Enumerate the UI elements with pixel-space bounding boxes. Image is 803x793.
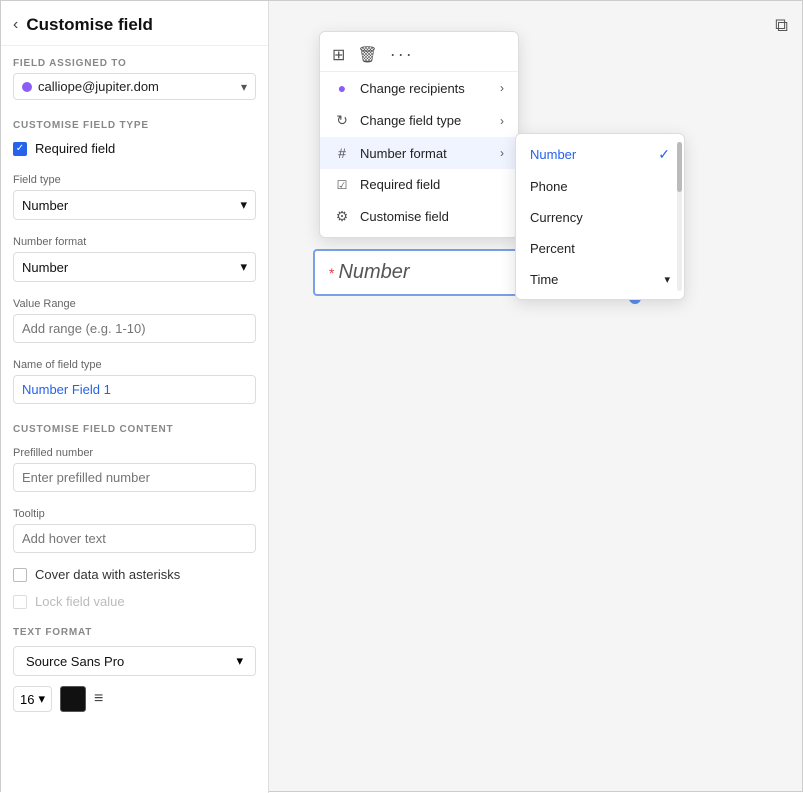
recipients-icon: ●	[334, 80, 350, 96]
purple-dot-icon	[22, 82, 32, 92]
left-panel: ‹ Customise field FIELD ASSIGNED TO call…	[1, 1, 269, 793]
change-field-type-label: Change field type	[360, 113, 461, 128]
submenu-time-chevron-icon: ▾	[664, 273, 670, 286]
tooltip-label: Tooltip	[13, 508, 256, 520]
number-format-value: Number	[22, 260, 68, 275]
submenu-currency-label: Currency	[530, 210, 583, 225]
context-menu-top-icons: ⊞ 🗑 ···	[320, 36, 518, 72]
lock-field-label: Lock field value	[35, 594, 125, 609]
submenu-phone-label: Phone	[530, 179, 568, 194]
required-field-item[interactable]: ☑ Required field	[320, 169, 518, 200]
number-format-arrow-icon: ›	[500, 146, 504, 160]
change-recipients-label: Change recipients	[360, 81, 465, 96]
required-field-checkbox[interactable]	[13, 142, 27, 156]
number-format-item[interactable]: # Number format › Number ✓ Phone Currenc…	[320, 137, 518, 169]
text-align-icon[interactable]: ≡	[94, 690, 103, 708]
text-format-section-label: TEXT FORMAT	[1, 615, 268, 642]
name-of-field-type-group: Name of field type	[1, 351, 268, 412]
prefilled-number-group: Prefilled number	[1, 439, 268, 500]
lock-field-checkbox[interactable]	[13, 595, 27, 609]
check-mark-icon: ✓	[658, 146, 670, 163]
prefilled-number-input[interactable]	[13, 463, 256, 492]
name-of-field-type-label: Name of field type	[13, 359, 256, 371]
field-type-label: Field type	[13, 174, 256, 186]
customise-field-content-label: CUSTOMISE FIELD CONTENT	[1, 412, 268, 439]
submenu-item-percent[interactable]: Percent	[516, 233, 684, 264]
value-range-input[interactable]	[13, 314, 256, 343]
right-panel: ⧉ ⊞ 🗑 ··· ● Change recipients › ↻ Change…	[269, 1, 802, 791]
font-size-chevron-icon: ▾	[38, 691, 45, 707]
copy-icon[interactable]: ⧉	[775, 15, 788, 36]
more-options-icon[interactable]: ···	[390, 44, 414, 65]
submenu-item-time[interactable]: Time ▾	[516, 264, 684, 295]
submenu-number-label: Number	[530, 147, 576, 162]
required-field-item-label: Required field	[360, 177, 440, 192]
context-menu: ⊞ 🗑 ··· ● Change recipients › ↻ Change f…	[319, 31, 519, 238]
name-of-field-type-input[interactable]	[13, 375, 256, 404]
chevron-down-icon: ▾	[241, 80, 247, 94]
submenu-percent-label: Percent	[530, 241, 575, 256]
number-format-group: Number format Number ▾	[1, 228, 268, 290]
lock-field-row: Lock field value	[1, 588, 268, 615]
submenu-item-number[interactable]: Number ✓	[516, 138, 684, 171]
font-selector-chevron-icon: ▾	[236, 653, 243, 669]
field-type-value: Number	[22, 198, 68, 213]
submenu-item-currency[interactable]: Currency	[516, 202, 684, 233]
page-title: Customise field	[26, 15, 153, 35]
submenu-item-phone[interactable]: Phone	[516, 171, 684, 202]
back-button[interactable]: ‹	[13, 16, 18, 34]
recipients-arrow-icon: ›	[500, 81, 504, 95]
change-recipients-item[interactable]: ● Change recipients ›	[320, 72, 518, 104]
font-color-swatch[interactable]	[60, 686, 86, 712]
font-size-value: 16	[20, 692, 34, 707]
number-format-label: Number format	[13, 236, 256, 248]
number-format-icon: #	[334, 145, 350, 161]
customise-field-icon: ⚙	[334, 208, 350, 225]
grid-icon[interactable]: ⊞	[332, 45, 345, 65]
required-field-row: Required field	[1, 135, 268, 166]
number-format-chevron-icon: ▾	[240, 259, 247, 275]
cover-data-checkbox[interactable]	[13, 568, 27, 582]
field-type-select[interactable]: Number ▾	[13, 190, 256, 220]
trash-icon[interactable]: 🗑	[357, 45, 377, 65]
field-type-group: Field type Number ▾	[1, 166, 268, 228]
customise-field-item-label: Customise field	[360, 209, 449, 224]
required-field-menu-icon: ☑	[334, 178, 350, 192]
submenu-scroll-thumb	[677, 142, 682, 192]
number-format-item-label: Number format	[360, 146, 447, 161]
customise-field-item[interactable]: ⚙ Customise field	[320, 200, 518, 233]
font-selector[interactable]: Source Sans Pro ▾	[13, 646, 256, 676]
font-name-label: Source Sans Pro	[26, 654, 124, 669]
change-field-type-arrow-icon: ›	[500, 114, 504, 128]
number-format-submenu: Number ✓ Phone Currency Percent Time ▾	[515, 133, 685, 300]
submenu-time-label: Time	[530, 272, 558, 287]
value-range-label: Value Range	[13, 298, 256, 310]
assigned-email: calliope@jupiter.dom	[38, 79, 241, 94]
cover-data-label: Cover data with asterisks	[35, 567, 180, 582]
font-size-row: 16 ▾ ≡	[1, 680, 268, 718]
number-format-select[interactable]: Number ▾	[13, 252, 256, 282]
field-input-placeholder: Number	[338, 261, 409, 284]
prefilled-number-label: Prefilled number	[13, 447, 256, 459]
submenu-scrollbar	[677, 142, 682, 291]
field-assigned-dropdown[interactable]: calliope@jupiter.dom ▾	[13, 73, 256, 100]
font-size-select[interactable]: 16 ▾	[13, 686, 52, 712]
field-assigned-section-label: FIELD ASSIGNED TO	[1, 46, 268, 73]
customise-field-type-label: CUSTOMISE FIELD TYPE	[1, 108, 268, 135]
tooltip-input[interactable]	[13, 524, 256, 553]
tooltip-group: Tooltip	[1, 500, 268, 561]
field-type-chevron-icon: ▾	[240, 197, 247, 213]
change-field-type-item[interactable]: ↻ Change field type ›	[320, 104, 518, 137]
cover-data-row: Cover data with asterisks	[1, 561, 268, 588]
required-field-label: Required field	[35, 141, 115, 156]
value-range-group: Value Range	[1, 290, 268, 351]
change-field-type-icon: ↻	[334, 112, 350, 129]
back-header: ‹ Customise field	[1, 1, 268, 46]
required-star-icon: *	[329, 265, 334, 281]
